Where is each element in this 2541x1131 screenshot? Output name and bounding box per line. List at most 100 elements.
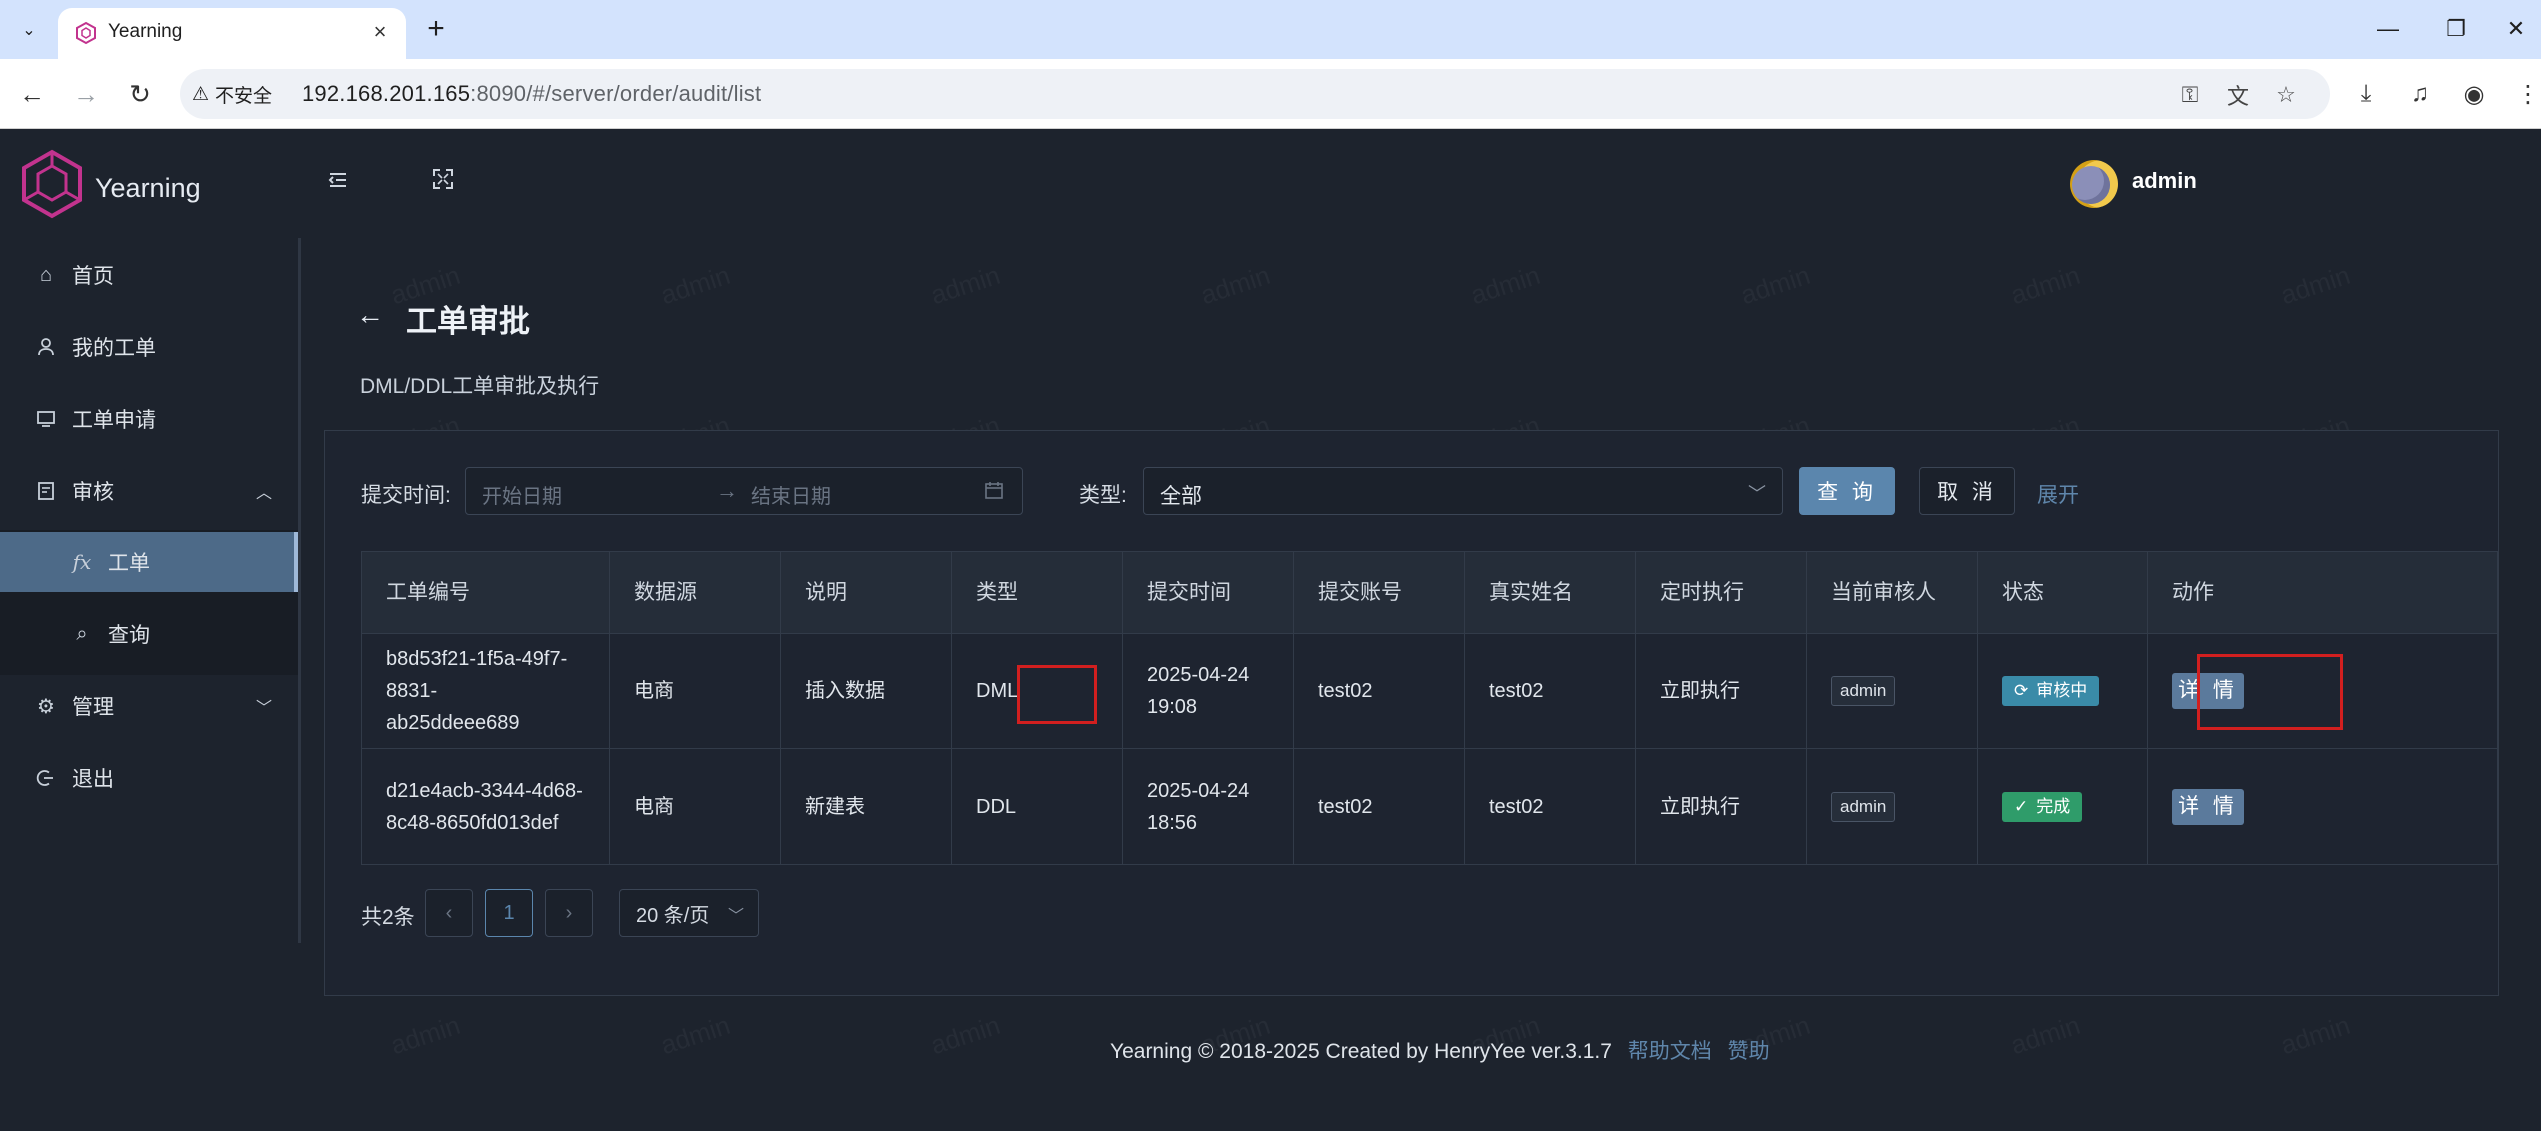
- type-cell: DML: [952, 634, 1123, 748]
- sync-icon: ⟳: [2014, 681, 2029, 701]
- close-tab-icon[interactable]: ×: [366, 18, 394, 46]
- forward-icon[interactable]: →: [68, 76, 104, 112]
- orders-table: 工单编号 数据源 说明 类型 提交时间 提交账号 真实姓名 定时执行 当前审核人…: [361, 551, 2498, 865]
- sidebar-item-label: 我的工单: [72, 337, 156, 360]
- column-header: 工单编号: [362, 552, 610, 633]
- detail-button[interactable]: 详 情: [2172, 673, 2244, 709]
- watermark-text: admin: [927, 1010, 1004, 1061]
- tab-search-button[interactable]: ⌄: [10, 14, 48, 46]
- sidebar-item-logout[interactable]: 退出: [0, 748, 298, 808]
- watermark-text: admin: [387, 1010, 464, 1061]
- page-size-select[interactable]: 20 条/页 ﹀: [619, 889, 759, 937]
- submit-time-cell: 2025-04-24 18:56: [1123, 749, 1294, 864]
- date-range-picker[interactable]: 开始日期 → 结束日期: [465, 467, 1023, 515]
- source-cell: 电商: [610, 749, 781, 864]
- watermark-text: admin: [2007, 260, 2084, 311]
- page-number-button[interactable]: 1: [485, 889, 533, 937]
- watermark-text: admin: [1197, 260, 1274, 311]
- status-badge: ✓ 完成: [2002, 791, 2083, 822]
- prev-page-button[interactable]: ‹: [425, 889, 473, 937]
- back-icon[interactable]: ←: [14, 76, 50, 112]
- query-button[interactable]: 查 询: [1799, 467, 1895, 515]
- minimize-icon[interactable]: —: [2368, 12, 2408, 46]
- chevron-down-icon: ﹀: [727, 908, 744, 925]
- expand-link[interactable]: 展开: [2037, 479, 2079, 509]
- order-id-line: d21e4acb-3344-4d68-: [386, 779, 583, 802]
- auditor-tag: admin: [1831, 676, 1896, 706]
- username[interactable]: admin: [2132, 168, 2197, 194]
- fullscreen-icon[interactable]: [432, 168, 460, 196]
- sidebar-item-manage[interactable]: ⚙ 管理 ﹀: [0, 676, 298, 736]
- browser-tab[interactable]: Yearning ×: [58, 8, 406, 59]
- page-subtitle: DML/DDL工单审批及执行: [360, 375, 600, 398]
- browser-toolbar: ← → ↻ ⚠ 不安全 192.168.201.165:8090/#/serve…: [0, 59, 2541, 129]
- chevron-up-icon: ︿: [255, 485, 272, 502]
- sidebar-item-home[interactable]: ⌂ 首页: [0, 245, 298, 305]
- cancel-button[interactable]: 取 消: [1919, 467, 2015, 515]
- page-size-value: 20 条/页: [636, 904, 710, 927]
- monitor-icon: [34, 407, 58, 431]
- reload-icon[interactable]: ↻: [122, 76, 158, 112]
- check-circle-icon: ✓: [2014, 796, 2029, 816]
- type-label: 类型:: [1079, 484, 1127, 507]
- desc-cell: 新建表: [781, 749, 952, 864]
- auditor-cell: admin: [1807, 749, 1978, 864]
- download-icon[interactable]: ⤓: [2350, 78, 2382, 110]
- sidebar-item-label: 查询: [108, 624, 150, 647]
- source-cell: 电商: [610, 634, 781, 748]
- status-text: 审核中: [2036, 681, 2088, 701]
- start-date-placeholder[interactable]: 开始日期: [482, 480, 562, 509]
- sidebar-item-my-orders[interactable]: 我的工单: [0, 317, 298, 377]
- realname-cell: test02: [1465, 634, 1636, 748]
- status-text: 完成: [2036, 796, 2071, 816]
- chevron-left-icon: ‹: [445, 901, 453, 924]
- brand-name: Yearning: [95, 173, 201, 203]
- sidebar-item-audit[interactable]: 审核 ︿: [0, 461, 298, 521]
- restore-icon[interactable]: ❐: [2436, 12, 2476, 46]
- sidebar-item-apply[interactable]: 工单申请: [0, 389, 298, 449]
- collapse-menu-icon[interactable]: [326, 168, 354, 196]
- sidebar-item-orders[interactable]: fx 工单: [0, 532, 298, 592]
- end-date-placeholder[interactable]: 结束日期: [751, 480, 831, 509]
- auditor-cell: admin: [1807, 634, 1978, 748]
- back-arrow-icon[interactable]: ←: [356, 300, 386, 330]
- watermark-text: admin: [657, 1010, 734, 1061]
- bookmark-star-icon[interactable]: ☆: [2272, 81, 2300, 109]
- tab-title: Yearning: [108, 21, 183, 42]
- help-docs-link[interactable]: 帮助文档: [1628, 1040, 1712, 1063]
- column-header: 当前审核人: [1807, 552, 1978, 633]
- desc-cell: 插入数据: [781, 634, 952, 748]
- sidebar-item-label: 审核: [72, 481, 114, 504]
- realname-cell: test02: [1465, 749, 1636, 864]
- account-cell: test02: [1294, 749, 1465, 864]
- sidebar: Yearning ⌂ 首页 我的工单 工单申请 审核 ︿ fx 工单 ⌕ 查询 …: [0, 130, 300, 1131]
- sidebar-item-query[interactable]: ⌕ 查询: [0, 604, 298, 664]
- detail-button[interactable]: 详 情: [2172, 788, 2244, 825]
- status-cell: ⟳ 审核中: [1978, 634, 2148, 748]
- media-control-icon[interactable]: ♫: [2404, 78, 2436, 110]
- address-bar[interactable]: ⚠ 不安全 192.168.201.165:8090/#/server/orde…: [180, 69, 2330, 119]
- pagination: 共2条 ‹ 1 › 20 条/页 ﹀: [361, 889, 961, 937]
- translate-icon[interactable]: 文: [2224, 81, 2252, 109]
- function-icon: fx: [72, 550, 92, 574]
- type-select[interactable]: 全部 ﹀: [1143, 467, 1783, 515]
- next-page-button[interactable]: ›: [545, 889, 593, 937]
- watermark-text: admin: [1467, 260, 1544, 311]
- avatar[interactable]: [2070, 160, 2118, 208]
- column-header: 定时执行: [1636, 552, 1807, 633]
- security-chip[interactable]: ⚠ 不安全: [192, 80, 272, 108]
- menu-kebab-icon[interactable]: ⋮: [2512, 78, 2541, 110]
- sponsor-link[interactable]: 赞助: [1728, 1040, 1770, 1063]
- profile-icon[interactable]: ◉: [2458, 78, 2490, 110]
- yearning-logo-icon: [22, 149, 82, 219]
- submit-clock: 19:08: [1147, 696, 1198, 718]
- chevron-down-icon: ﹀: [255, 700, 272, 717]
- new-tab-button[interactable]: +: [420, 14, 452, 46]
- watermark-text: admin: [2277, 260, 2354, 311]
- sidebar-item-label: 工单: [108, 552, 150, 575]
- total-count: 共2条: [361, 906, 415, 929]
- password-key-icon[interactable]: ⚿: [2176, 81, 2204, 109]
- content-card: 提交时间: 开始日期 → 结束日期 类型: 全部 ﹀ 查 询 取 消 展开 工单…: [324, 430, 2499, 996]
- submit-date: 2025-04-24: [1147, 779, 1250, 802]
- close-window-icon[interactable]: ✕: [2496, 12, 2536, 46]
